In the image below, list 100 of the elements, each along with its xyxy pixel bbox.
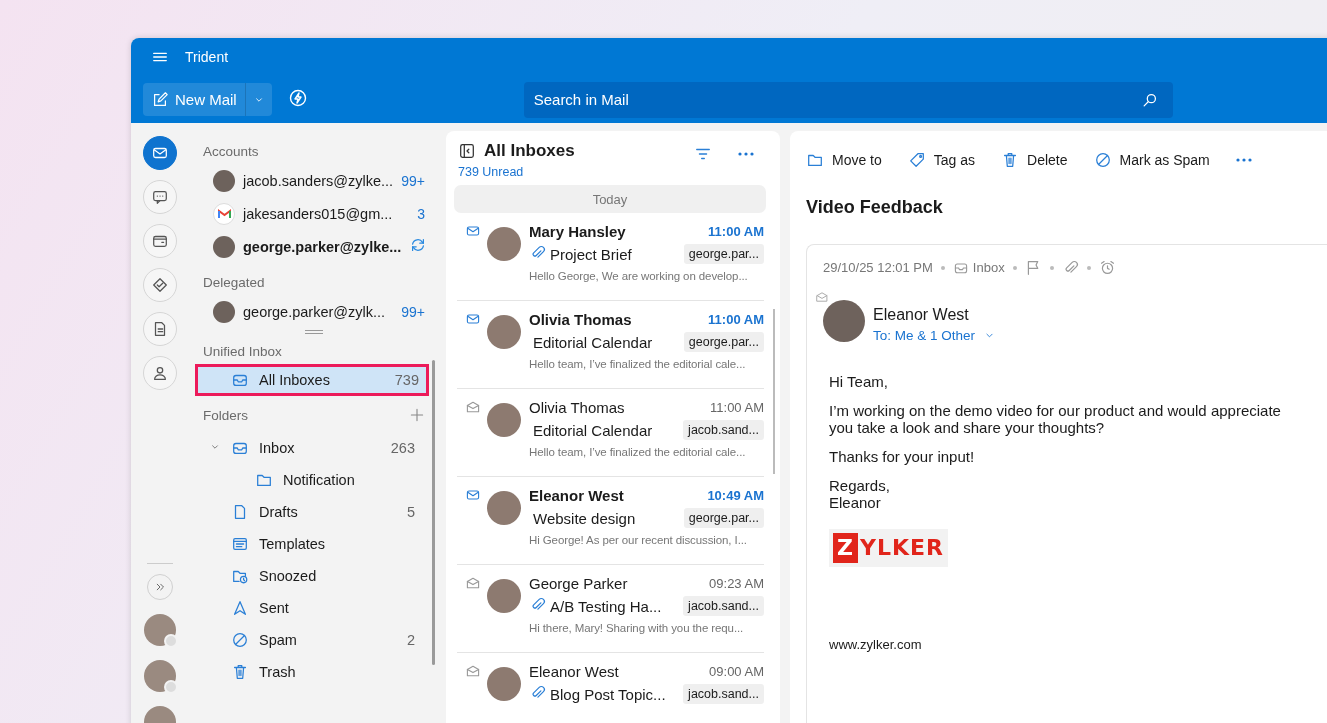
paperclip-icon <box>529 244 546 261</box>
email-date: 29/10/25 12:01 PM <box>823 260 933 275</box>
unread-envelope-icon <box>465 311 481 327</box>
paperclip-icon <box>529 684 546 701</box>
body-text-line: Thanks for your input! <box>829 448 976 465</box>
message-item[interactable]: Olivia Thomas 11:00 AM Editorial Calendar george.par... Hello team, I’ve finalized the editorial cale... <box>457 301 764 389</box>
folder-label: Inbox <box>972 260 1005 275</box>
section-heading: Delegated <box>203 274 265 290</box>
sender-name: Olivia Thomas <box>529 399 625 416</box>
sender-name: Olivia Thomas <box>529 311 632 328</box>
message-preview: Hi George! As per our recent discussion, I... <box>529 533 747 548</box>
message-item[interactable]: Mary Hansley 11:00 AM Project Brief george.par... Hello George, We are working on develop... <box>457 213 764 301</box>
open-envelope-icon <box>465 399 481 415</box>
folder-item[interactable]: Notification <box>203 464 425 496</box>
avatar <box>487 315 521 349</box>
folder-item[interactable]: Trash <box>203 656 425 688</box>
unread-count: 99+ <box>401 303 425 320</box>
toolbar-button[interactable]: Mark as Spam <box>1093 151 1210 169</box>
message-item[interactable]: Olivia Thomas 11:00 AM Editorial Calendar jacob.sand... Hello team, I’ve finalized the editorial cale... <box>457 389 764 477</box>
contact-avatar[interactable] <box>143 660 176 692</box>
message-subject: Editorial Calendar <box>533 333 653 351</box>
open-envelope-icon <box>465 575 481 591</box>
toolbar-button[interactable]: Move to <box>806 151 882 169</box>
gmail-logo-icon <box>213 202 235 225</box>
account-item[interactable]: jakesanders015@gm... <box>243 205 410 222</box>
account-item[interactable]: jacob.sanders@zylke... <box>243 172 394 189</box>
message-time: 11:00 AM <box>708 224 764 239</box>
message-item[interactable]: Eleanor West 09:00 AM Blog Post Topic... jacob.sand... <box>457 653 764 723</box>
avatar <box>823 300 865 342</box>
message-subject: Blog Post Topic... <box>550 685 666 703</box>
folder-item[interactable]: Drafts 5 <box>203 496 425 528</box>
search-field[interactable]: Search in Mail <box>523 81 1173 118</box>
website-text: www.zylker.com <box>829 637 923 652</box>
task-icon <box>150 276 169 294</box>
account-tag: george.par... <box>683 244 764 264</box>
template-icon <box>231 535 249 553</box>
list-title: All Inboxes <box>484 141 575 161</box>
message-item[interactable]: Eleanor West 10:49 AM Website design george.par... Hi George! As per our recent discussion, I... <box>457 477 764 565</box>
avatar <box>213 300 235 323</box>
body-text-line: you take a look and share your thoughts? <box>829 419 1106 436</box>
avatar <box>487 667 521 701</box>
unread-count: 739 Unread <box>458 165 525 179</box>
sender-name: George Parker <box>529 575 628 592</box>
resize-handle[interactable] <box>305 330 323 334</box>
avatar <box>213 235 235 258</box>
account-tag: george.par... <box>683 332 764 352</box>
more-icon[interactable] <box>738 152 754 156</box>
toolbar-button[interactable]: Tag as <box>907 151 976 169</box>
recipients-link[interactable]: To: Me & 1 Other <box>873 328 976 343</box>
plus-icon <box>409 407 425 423</box>
folder-item[interactable]: Sent <box>203 592 425 624</box>
new-mail-button[interactable]: New Mail <box>143 83 246 116</box>
more-icon[interactable] <box>1235 158 1252 162</box>
paperclip-icon <box>529 596 546 613</box>
avatar <box>213 169 235 192</box>
account-tag: george.par... <box>683 508 764 528</box>
account-item[interactable]: george.parker@zylk... <box>243 303 394 320</box>
message-preview: Hello team, I’ve finalized the editorial cale... <box>529 445 746 460</box>
message-preview: Hello George, We are working on develop... <box>529 269 748 284</box>
compose-icon <box>151 90 169 109</box>
account-tag: jacob.sand... <box>683 684 764 704</box>
message-time: 09:23 AM <box>709 576 764 591</box>
folder-item[interactable]: Spam 2 <box>203 624 425 656</box>
chat-icon <box>150 188 169 206</box>
sender-name: Eleanor West <box>529 663 619 680</box>
folder-item[interactable]: Templates <box>203 528 425 560</box>
contact-avatar[interactable] <box>143 614 176 646</box>
unread-count: 3 <box>417 205 425 222</box>
body-text-line: Hi Team, <box>829 373 889 390</box>
alarm-clock-icon <box>1098 259 1116 276</box>
sender-name: Eleanor West <box>873 306 970 324</box>
date-group-header: Today <box>454 185 766 213</box>
message-time: 11:00 AM <box>710 400 764 415</box>
unread-envelope-icon <box>465 487 481 503</box>
avatar <box>487 491 521 525</box>
toolbar-button[interactable]: Delete <box>1001 151 1068 169</box>
avatar <box>487 403 521 437</box>
body-text-line: Eleanor <box>829 494 882 511</box>
block-icon <box>231 631 249 649</box>
scrollbar-thumb[interactable] <box>432 360 435 665</box>
message-time: 11:00 AM <box>708 312 764 327</box>
account-item[interactable]: george.parker@zylke... <box>243 238 402 255</box>
message-item[interactable]: George Parker 09:23 AM A/B Testing Ha... jacob.sand... Hi there, Mary! Sharing with you the requ... <box>457 565 764 653</box>
folder-item[interactable]: Inbox 263 <box>203 432 425 464</box>
sender-name: Eleanor West <box>529 487 624 504</box>
scrollbar-thumb[interactable] <box>773 309 775 474</box>
body-text-line: I’m working on the demo video for our product and would appreciate <box>829 402 1282 419</box>
message-preview: Hello team, I’ve finalized the editorial cale... <box>529 357 746 372</box>
message-time: 09:00 AM <box>709 664 764 679</box>
lightning-icon <box>287 87 308 108</box>
section-heading: Unified Inbox <box>203 343 282 359</box>
folder-item[interactable]: Snoozed <box>203 560 425 592</box>
sidebar-toggle-icon <box>458 142 476 160</box>
section-heading: Accounts <box>203 142 260 161</box>
account-tag: jacob.sand... <box>683 596 764 616</box>
folder-item[interactable]: All Inboxes 739 <box>195 364 429 396</box>
unread-count: 99+ <box>401 172 425 189</box>
send-icon <box>231 599 249 617</box>
block-icon <box>1093 151 1112 169</box>
nav-button[interactable] <box>142 136 177 170</box>
